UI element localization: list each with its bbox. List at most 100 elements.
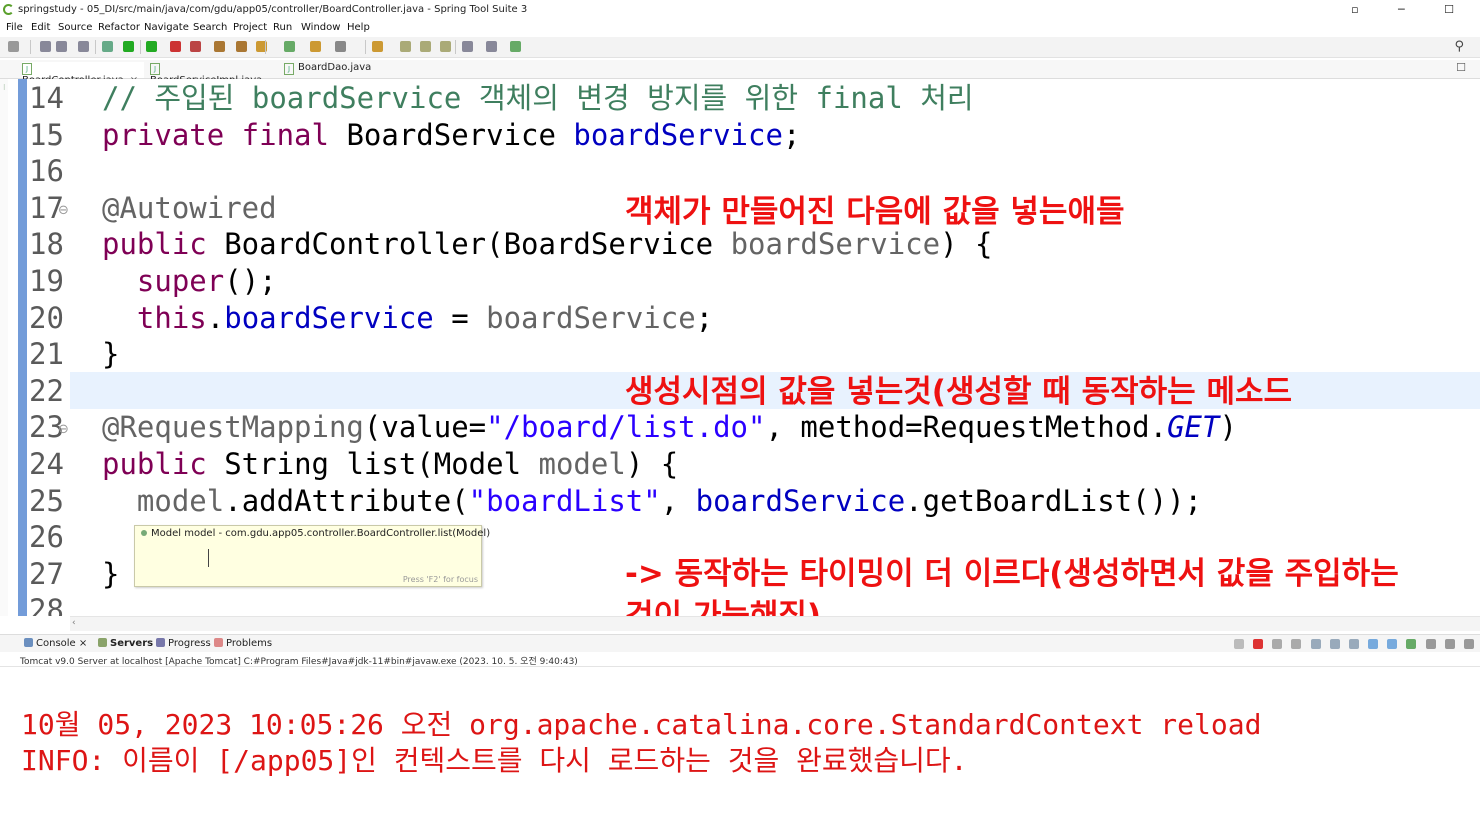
maximize-icon[interactable]: ☐ — [1456, 61, 1466, 74]
menu-search[interactable]: Search — [193, 22, 227, 33]
new-server-icon[interactable] — [214, 41, 225, 52]
open-perspective-icon[interactable] — [102, 41, 113, 52]
coverage-icon[interactable] — [170, 41, 181, 52]
hover-tooltip[interactable]: Model model - com.gdu.app05.controller.B… — [134, 525, 490, 587]
code-line: 20 this.boardService = boardService; — [0, 300, 1480, 337]
tab-problems[interactable]: Problems — [214, 638, 272, 649]
code-token: ; — [782, 117, 801, 152]
spring-app-icon — [3, 4, 14, 15]
show-on-error-icon[interactable] — [1387, 639, 1398, 649]
main-toolbar: ⚲ — [0, 37, 1480, 58]
problems-icon — [214, 638, 223, 647]
code-line: 19 super(); — [0, 263, 1480, 300]
menu-run[interactable]: Run — [273, 22, 292, 33]
window-controls[interactable]: ▫ ─ ☐ — [1351, 3, 1472, 16]
word-wrap-icon[interactable] — [1348, 639, 1359, 649]
forward-icon[interactable] — [486, 41, 497, 52]
code-token: .getBoardList()); — [905, 483, 1202, 518]
fold-toggle-icon[interactable]: ⊖ — [58, 411, 69, 448]
editor-tab-bar: JBoardController.java× JBoardServiceImpl… — [0, 60, 1480, 86]
debug-icon[interactable] — [123, 41, 134, 52]
show-on-output-icon[interactable] — [1368, 639, 1379, 649]
open-type-icon[interactable] — [310, 41, 321, 52]
tab-boarddao[interactable]: J BoardDao.java — [284, 62, 384, 78]
terminate-icon[interactable] — [1252, 639, 1263, 649]
line-number: 25 — [29, 483, 64, 518]
code-token: model — [538, 447, 626, 481]
console-tab-bar: Console × Servers Progress Problems — [0, 634, 1480, 653]
tab-servers[interactable]: Servers — [98, 638, 153, 649]
code-token: BoardController(BoardService — [206, 227, 731, 262]
menu-refactor[interactable]: Refactor — [98, 22, 140, 33]
line-number: 18 — [29, 227, 64, 262]
tab-boardcontroller[interactable]: JBoardController.java× — [22, 62, 144, 86]
menu-source[interactable]: Source — [58, 22, 92, 33]
fold-toggle-icon[interactable]: ⊖ — [58, 192, 69, 229]
tab-boardserviceimpl[interactable]: JBoardServiceImpl.java — [150, 62, 275, 86]
launch-description: Tomcat v9.0 Server at localhost [Apache … — [20, 657, 578, 667]
menu-file[interactable]: File — [6, 22, 23, 33]
annotation-1: 객체가 만들어진 다음에 값을 넣는애들 — [625, 194, 1125, 230]
toolbar-separator — [265, 40, 266, 54]
pin-editor-icon[interactable] — [510, 41, 521, 52]
annotation-2: 생성시점의 값을 넣는것(생성할 때 동작하는 메소드 — [625, 374, 1293, 410]
save-all-icon[interactable] — [56, 41, 67, 52]
code-text: this.boardService = boardService; — [102, 300, 713, 337]
next-annotation-icon[interactable] — [420, 41, 431, 52]
horizontal-scrollbar[interactable]: ‹ — [70, 616, 1480, 631]
remove-launch-icon[interactable] — [1272, 639, 1283, 649]
toolbar-separator — [30, 40, 31, 54]
restart-icon[interactable] — [1233, 639, 1244, 649]
minimize-icon[interactable] — [1464, 639, 1474, 649]
clear-console-icon[interactable] — [1310, 639, 1321, 649]
print-icon[interactable] — [78, 41, 89, 52]
console-icon — [24, 638, 33, 647]
search-icon[interactable]: ⚲ — [1454, 39, 1464, 54]
scroll-lock-icon[interactable] — [1329, 639, 1340, 649]
external-tools-icon[interactable] — [190, 41, 201, 52]
code-line: 15 private final BoardService boardServic… — [0, 117, 1480, 154]
close-icon[interactable]: × — [79, 638, 87, 649]
menu-edit[interactable]: Edit — [31, 22, 50, 33]
line-number: 14 — [29, 81, 64, 115]
prev-annotation-icon[interactable] — [400, 41, 411, 52]
code-editor[interactable]: ⁝ 14// 주입된 boardService 객체의 변경 방지를 위한 fi… — [0, 79, 1480, 616]
menu-window[interactable]: Window — [301, 22, 340, 33]
save-icon[interactable] — [40, 41, 51, 52]
tab-console[interactable]: Console × — [24, 638, 87, 649]
java-file-icon: J — [284, 63, 294, 75]
code-text: // 주입된 boardService 객체의 변경 방지를 위한 final … — [102, 80, 974, 117]
code-token: ) { — [940, 227, 993, 262]
servers-icon — [98, 638, 107, 647]
menu-navigate[interactable]: Navigate — [144, 22, 189, 33]
run-icon[interactable] — [146, 41, 157, 52]
code-token: "/board/list.do" — [486, 410, 766, 445]
tab-progress[interactable]: Progress — [156, 638, 211, 649]
code-token: public — [102, 227, 207, 262]
code-token: } — [102, 556, 120, 591]
code-token: (value= — [363, 410, 487, 445]
pin-console-icon[interactable] — [1406, 639, 1417, 649]
code-token: ) { — [625, 447, 679, 481]
open-console-icon[interactable] — [1444, 639, 1455, 649]
menu-help[interactable]: Help — [347, 22, 370, 33]
console-output[interactable]: 10월 05, 2023 10:05:26 오전 org.apache.cata… — [0, 667, 1480, 822]
new-icon[interactable] — [8, 41, 19, 52]
line-number: 15 — [29, 117, 64, 152]
new-java-project-icon[interactable] — [236, 41, 247, 52]
remove-all-icon[interactable] — [1291, 639, 1302, 649]
code-text: } — [102, 556, 119, 593]
search-icon[interactable] — [335, 41, 346, 52]
last-edit-icon[interactable] — [440, 41, 451, 52]
display-console-icon[interactable] — [1425, 639, 1436, 649]
toggle-mark-icon[interactable] — [372, 41, 383, 52]
code-token: (); — [224, 264, 277, 298]
toolbar-separator — [365, 40, 366, 54]
new-class-icon[interactable] — [284, 41, 295, 52]
console-line: INFO: 이름이 [/app05]인 컨텍스트를 다시 로드하는 것을 완료했… — [21, 744, 968, 777]
java-file-icon: J — [150, 63, 160, 75]
menu-project[interactable]: Project — [233, 22, 267, 33]
back-icon[interactable] — [462, 41, 473, 52]
scroll-left-icon[interactable]: ‹ — [72, 618, 76, 628]
